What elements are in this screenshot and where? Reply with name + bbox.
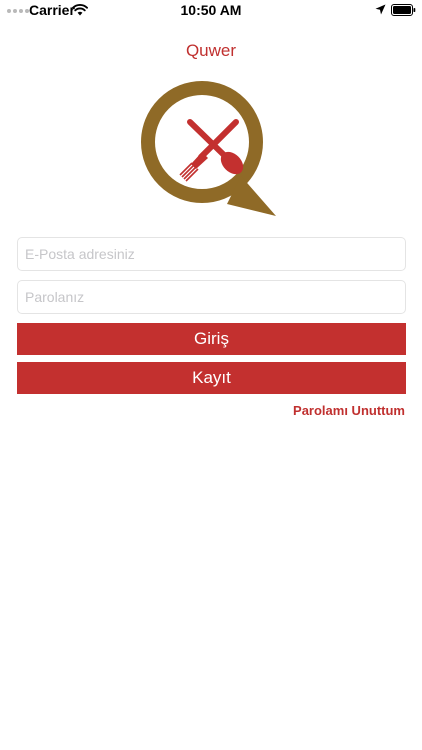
email-field[interactable]	[17, 237, 406, 271]
login-screen: Carrier 10:50 AM Quwer G	[0, 0, 422, 750]
battery-icon	[391, 4, 416, 16]
password-field[interactable]	[17, 280, 406, 314]
status-time: 10:50 AM	[180, 2, 242, 18]
app-title: Quwer	[185, 41, 237, 60]
status-bar: Carrier 10:50 AM	[0, 0, 422, 22]
location-arrow-icon	[375, 4, 386, 15]
register-button[interactable]: Kayıt	[17, 362, 406, 394]
forgot-password-link[interactable]: Parolamı Unuttum	[293, 403, 405, 418]
login-button[interactable]: Giriş	[17, 323, 406, 355]
fork-spoon-chat-bubble-icon	[141, 81, 276, 216]
